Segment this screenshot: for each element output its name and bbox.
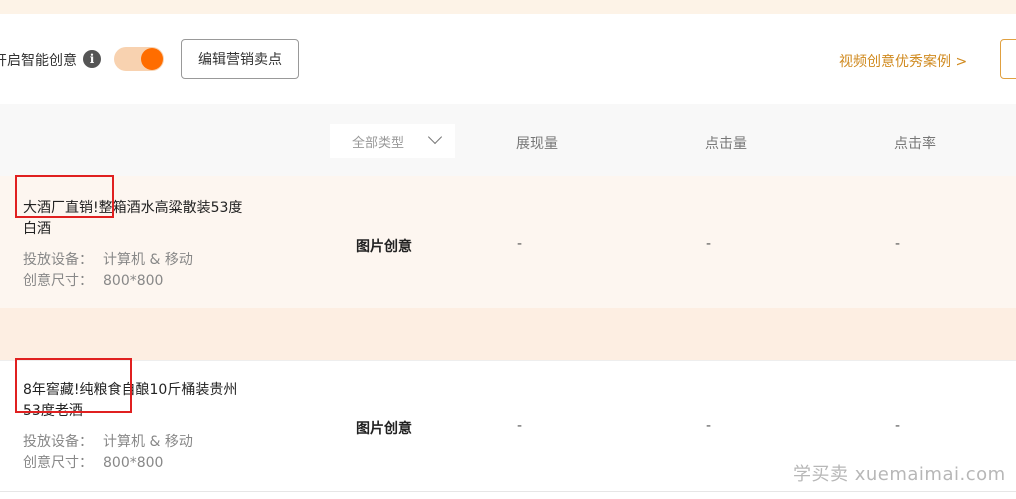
row-bottom-divider <box>0 491 1016 492</box>
page: 开启智能创意 i 编辑营销卖点 视频创意优秀案例 > 全部类型 展现量 点击量 … <box>0 0 1016 499</box>
info-icon[interactable]: i <box>83 50 101 68</box>
row-separator <box>0 308 1016 360</box>
table-row: 大酒厂直销!整箱酒水高粱散装53度 白酒 投放设备： 计算机 & 移动 创意尺寸：… <box>0 176 1016 308</box>
right-action-button[interactable] <box>1000 39 1016 79</box>
size-label: 创意尺寸： <box>23 273 93 289</box>
size-info: 创意尺寸： 800*800 <box>23 270 163 290</box>
smart-creative-toggle[interactable] <box>114 47 164 71</box>
size-label: 创意尺寸： <box>23 455 93 471</box>
clicks-value: - <box>706 418 712 434</box>
chevron-down-icon <box>427 129 443 145</box>
toggle-knob <box>141 48 163 70</box>
top-strip <box>0 0 1016 14</box>
size-info: 创意尺寸： 800*800 <box>23 452 163 472</box>
impressions-value: - <box>517 418 523 434</box>
size-value: 800*800 <box>103 455 164 471</box>
device-info: 投放设备： 计算机 & 移动 <box>23 431 193 451</box>
highlight-box <box>15 175 114 218</box>
type-filter-dropdown[interactable]: 全部类型 <box>330 124 455 158</box>
column-header-clicks[interactable]: 点击量 <box>705 133 747 153</box>
column-header-impressions[interactable]: 展现量 <box>516 133 558 153</box>
device-value: 计算机 & 移动 <box>103 434 193 450</box>
impressions-value: - <box>517 236 523 252</box>
watermark: 学买卖 xuemaimai.com <box>793 464 1006 485</box>
toolbar: 开启智能创意 i 编辑营销卖点 视频创意优秀案例 > <box>0 14 1016 104</box>
device-label: 投放设备： <box>23 434 93 450</box>
video-cases-link[interactable]: 视频创意优秀案例 > <box>839 51 967 71</box>
ctr-value: - <box>895 236 901 252</box>
table-header: 全部类型 展现量 点击量 点击率 <box>0 104 1016 176</box>
device-info: 投放设备： 计算机 & 移动 <box>23 249 193 269</box>
creative-title-line[interactable]: 白酒 <box>23 218 51 238</box>
smart-creative-label: 开启智能创意 <box>0 53 77 69</box>
creative-type: 图片创意 <box>356 239 412 255</box>
device-label: 投放设备： <box>23 252 93 268</box>
type-filter-label: 全部类型 <box>352 136 405 151</box>
device-value: 计算机 & 移动 <box>103 252 193 268</box>
size-value: 800*800 <box>103 273 164 289</box>
column-header-ctr[interactable]: 点击率 <box>894 133 936 153</box>
highlight-box <box>15 358 132 413</box>
ctr-value: - <box>895 418 901 434</box>
creative-type: 图片创意 <box>356 421 412 437</box>
clicks-value: - <box>706 236 712 252</box>
edit-selling-points-button[interactable]: 编辑营销卖点 <box>181 39 299 79</box>
